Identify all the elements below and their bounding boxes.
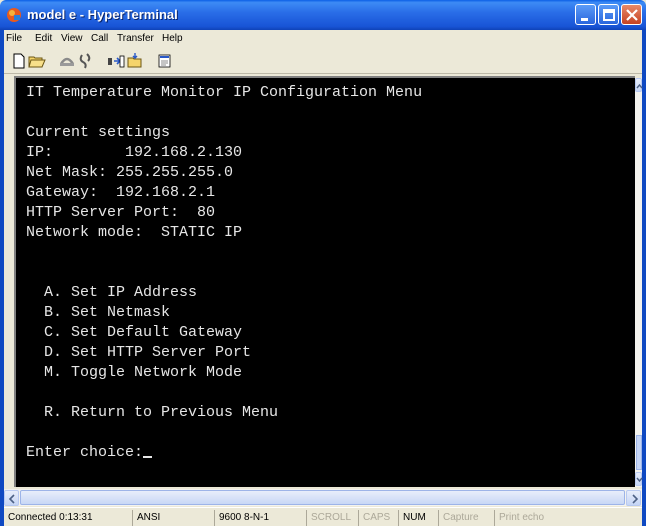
- emulation-type: ANSI: [132, 510, 214, 526]
- gateway-setting: Gateway: 192.168.2.1: [26, 184, 216, 201]
- option-return: R. Return to Previous Menu: [26, 404, 279, 421]
- properties-icon[interactable]: [156, 52, 174, 70]
- window-frame-right: [642, 30, 646, 526]
- chevron-right-icon: [632, 494, 639, 504]
- num-indicator: NUM: [398, 510, 438, 526]
- title-bar[interactable]: model e - HyperTerminal: [0, 0, 646, 30]
- option-set-ip: A. Set IP Address: [26, 284, 198, 301]
- close-icon: [626, 9, 638, 21]
- menu-heading: IT Temperature Monitor IP Configuration …: [26, 84, 423, 101]
- menu-view[interactable]: View: [61, 33, 83, 44]
- option-set-gateway: C. Set Default Gateway: [26, 324, 243, 341]
- window-title: model e - HyperTerminal: [27, 7, 178, 22]
- open-icon[interactable]: [28, 52, 46, 70]
- terminal-screen[interactable]: IT Temperature Monitor IP Configuration …: [14, 76, 635, 487]
- menu-transfer[interactable]: Transfer: [117, 33, 154, 44]
- vertical-scrollbar[interactable]: [635, 78, 642, 487]
- port-settings: 9600 8-N-1: [214, 510, 306, 526]
- prompt-line: Enter choice:: [26, 444, 153, 461]
- ip-setting: IP: 192.168.2.130: [26, 144, 243, 161]
- minimize-icon: [581, 18, 588, 21]
- send-icon[interactable]: [107, 52, 125, 70]
- http-port-setting: HTTP Server Port: 80: [26, 204, 216, 221]
- scroll-down-button[interactable]: [635, 472, 643, 486]
- horizontal-scroll-thumb[interactable]: [20, 490, 625, 505]
- window-frame-left: [0, 30, 4, 526]
- menu-file[interactable]: File: [6, 33, 22, 44]
- prompt-text: Enter choice:: [26, 444, 144, 461]
- capture-indicator: Capture: [438, 510, 494, 526]
- toolbar: [4, 48, 642, 74]
- scroll-indicator: SCROLL: [306, 510, 358, 526]
- print-echo-indicator: Print echo: [494, 510, 642, 526]
- option-set-netmask: B. Set Netmask: [26, 304, 171, 321]
- scroll-left-button[interactable]: [4, 490, 19, 506]
- status-bar: Connected 0:13:31 ANSI 9600 8-N-1 SCROLL…: [4, 507, 642, 526]
- maximize-button[interactable]: [598, 4, 619, 25]
- menu-bar: File Edit View Call Transfer Help: [4, 30, 642, 48]
- connect-icon[interactable]: [58, 52, 76, 70]
- caps-indicator: CAPS: [358, 510, 398, 526]
- receive-icon[interactable]: [126, 52, 144, 70]
- hyperterminal-app-icon: [7, 8, 21, 22]
- option-set-http-port: D. Set HTTP Server Port: [26, 344, 252, 361]
- menu-help[interactable]: Help: [162, 33, 183, 44]
- disconnect-icon[interactable]: [77, 52, 95, 70]
- close-button[interactable]: [621, 4, 642, 25]
- netmask-setting: Net Mask: 255.255.255.0: [26, 164, 234, 181]
- vertical-scroll-thumb[interactable]: [636, 435, 642, 470]
- network-mode-setting: Network mode: STATIC IP: [26, 224, 243, 241]
- current-settings-label: Current settings: [26, 124, 171, 141]
- option-toggle-network-mode: M. Toggle Network Mode: [26, 364, 243, 381]
- menu-call[interactable]: Call: [91, 33, 108, 44]
- chevron-left-icon: [8, 494, 15, 504]
- chevron-up-icon: [636, 83, 643, 89]
- menu-edit[interactable]: Edit: [35, 33, 52, 44]
- chevron-down-icon: [636, 477, 643, 483]
- scroll-up-button[interactable]: [635, 78, 643, 92]
- text-cursor: [143, 456, 153, 458]
- maximize-icon: [603, 9, 615, 21]
- scroll-right-button[interactable]: [626, 490, 641, 506]
- minimize-button[interactable]: [575, 4, 596, 25]
- connection-time: Connected 0:13:31: [8, 512, 93, 523]
- new-icon[interactable]: [10, 52, 28, 70]
